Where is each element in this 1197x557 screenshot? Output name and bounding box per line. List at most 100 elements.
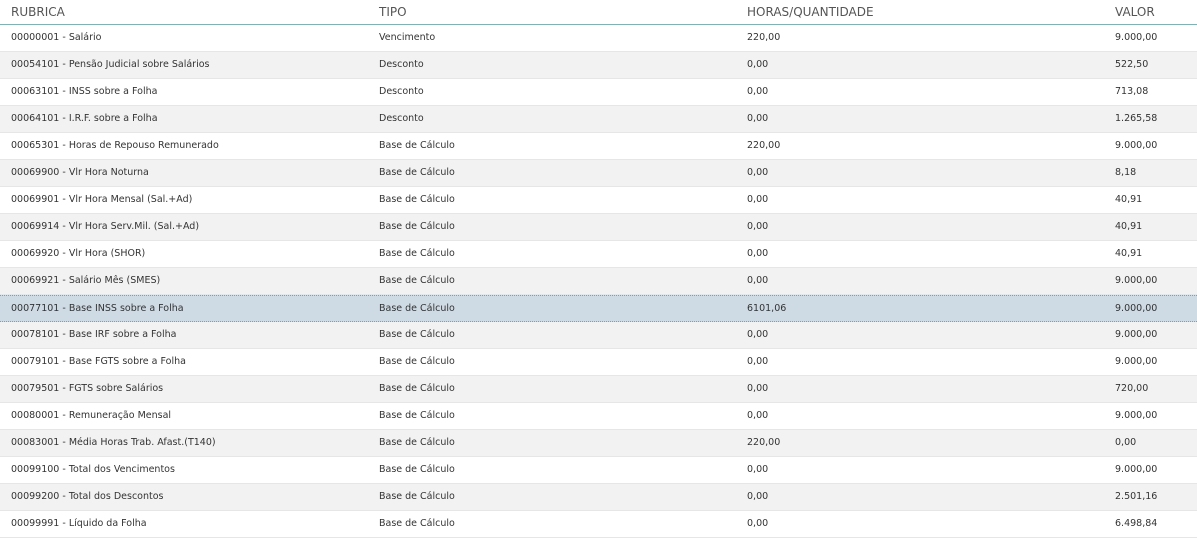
cell-horas-quantidade: 220,00 xyxy=(747,140,781,151)
cell-horas-quantidade: 0,00 xyxy=(747,410,769,421)
cell-valor: 8,18 xyxy=(1115,167,1137,178)
cell-tipo: Base de Cálculo xyxy=(379,303,455,314)
cell-valor: 2.501,16 xyxy=(1115,491,1158,502)
column-header-horas-quantidade[interactable]: HORAS/QUANTIDADE xyxy=(747,5,874,19)
cell-tipo: Desconto xyxy=(379,86,424,97)
cell-tipo: Base de Cálculo xyxy=(379,491,455,502)
cell-rubrica: 00079501 - FGTS sobre Salários xyxy=(11,383,164,394)
table-row[interactable]: 00079501 - FGTS sobre Salários Base de Cá… xyxy=(0,376,1197,403)
cell-horas-quantidade: 0,00 xyxy=(747,194,769,205)
cell-valor: 40,91 xyxy=(1115,221,1143,232)
cell-horas-quantidade: 0,00 xyxy=(747,491,769,502)
table-row[interactable]: 00078101 - Base IRF sobre a Folha Base de… xyxy=(0,322,1197,349)
cell-valor: 9.000,00 xyxy=(1115,356,1158,367)
table-row[interactable]: 00000001 - Salário Vencimento 220,00 9.000,… xyxy=(0,25,1197,52)
grid-header: RUBRICA TIPO HORAS/QUANTIDADE VALOR xyxy=(0,0,1197,25)
cell-horas-quantidade: 0,00 xyxy=(747,221,769,232)
column-header-tipo[interactable]: TIPO xyxy=(379,5,407,19)
cell-horas-quantidade: 0,00 xyxy=(747,356,769,367)
cell-rubrica: 00063101 - INSS sobre a Folha xyxy=(11,86,158,97)
cell-rubrica: 00069914 - Vlr Hora Serv.Mil. (Sal.+Ad) xyxy=(11,221,200,232)
table-row[interactable]: 00064101 - I.R.F. sobre a Folha Desconto 0… xyxy=(0,106,1197,133)
cell-valor: 0,00 xyxy=(1115,437,1137,448)
cell-rubrica: 00083001 - Média Horas Trab. Afast.(T140… xyxy=(11,437,216,448)
cell-rubrica: 00099991 - Líquido da Folha xyxy=(11,518,147,529)
payroll-grid: RUBRICA TIPO HORAS/QUANTIDADE VALOR 0000… xyxy=(0,0,1197,557)
cell-tipo: Base de Cálculo xyxy=(379,437,455,448)
cell-tipo: Base de Cálculo xyxy=(379,383,455,394)
cell-valor: 720,00 xyxy=(1115,383,1149,394)
cell-rubrica: 00069921 - Salário Mês (SMES) xyxy=(11,275,161,286)
cell-horas-quantidade: 220,00 xyxy=(747,32,781,43)
cell-valor: 9.000,00 xyxy=(1115,329,1158,340)
cell-horas-quantidade: 0,00 xyxy=(747,59,769,70)
cell-horas-quantidade: 0,00 xyxy=(747,275,769,286)
table-row[interactable]: 00083001 - Média Horas Trab. Afast.(T140… xyxy=(0,430,1197,457)
cell-valor: 1.265,58 xyxy=(1115,113,1158,124)
cell-valor: 9.000,00 xyxy=(1115,410,1158,421)
table-row[interactable]: 00069914 - Vlr Hora Serv.Mil. (Sal.+Ad) B… xyxy=(0,214,1197,241)
cell-tipo: Base de Cálculo xyxy=(379,329,455,340)
table-row[interactable]: 00099991 - Líquido da Folha Base de Cálcu… xyxy=(0,511,1197,538)
cell-rubrica: 00099100 - Total dos Vencimentos xyxy=(11,464,175,475)
table-row[interactable]: 00069921 - Salário Mês (SMES) Base de Cál… xyxy=(0,268,1197,295)
cell-horas-quantidade: 0,00 xyxy=(747,464,769,475)
cell-valor: 522,50 xyxy=(1115,59,1149,70)
cell-valor: 9.000,00 xyxy=(1115,275,1158,286)
cell-valor: 6.498,84 xyxy=(1115,518,1158,529)
cell-tipo: Base de Cálculo xyxy=(379,140,455,151)
cell-tipo: Base de Cálculo xyxy=(379,518,455,529)
table-row[interactable]: 00069900 - Vlr Hora Noturna Base de Cálcu… xyxy=(0,160,1197,187)
cell-valor: 9.000,00 xyxy=(1115,464,1158,475)
cell-valor: 40,91 xyxy=(1115,248,1143,259)
cell-horas-quantidade: 0,00 xyxy=(747,518,769,529)
table-row[interactable]: 00079101 - Base FGTS sobre a Folha Base d… xyxy=(0,349,1197,376)
cell-horas-quantidade: 0,00 xyxy=(747,383,769,394)
table-row[interactable]: 00069901 - Vlr Hora Mensal (Sal.+Ad) Base… xyxy=(0,187,1197,214)
cell-tipo: Base de Cálculo xyxy=(379,410,455,421)
cell-rubrica: 00069900 - Vlr Hora Noturna xyxy=(11,167,149,178)
table-row[interactable]: 00099100 - Total dos Vencimentos Base de … xyxy=(0,457,1197,484)
column-header-rubrica[interactable]: RUBRICA xyxy=(11,5,65,19)
cell-valor: 9.000,00 xyxy=(1115,32,1158,43)
cell-horas-quantidade: 6101,06 xyxy=(747,303,787,314)
table-row[interactable]: 00065301 - Horas de Repouso Remunerado Ba… xyxy=(0,133,1197,160)
cell-tipo: Desconto xyxy=(379,59,424,70)
cell-valor: 9.000,00 xyxy=(1115,303,1158,314)
cell-rubrica: 00079101 - Base FGTS sobre a Folha xyxy=(11,356,186,367)
cell-rubrica: 00078101 - Base IRF sobre a Folha xyxy=(11,329,177,340)
cell-horas-quantidade: 0,00 xyxy=(747,248,769,259)
cell-valor: 40,91 xyxy=(1115,194,1143,205)
cell-tipo: Base de Cálculo xyxy=(379,167,455,178)
table-row[interactable]: 00077101 - Base INSS sobre a Folha Base d… xyxy=(0,295,1197,322)
cell-rubrica: 00000001 - Salário xyxy=(11,32,102,43)
cell-tipo: Base de Cálculo xyxy=(379,248,455,259)
cell-tipo: Base de Cálculo xyxy=(379,221,455,232)
cell-horas-quantidade: 0,00 xyxy=(747,167,769,178)
cell-tipo: Base de Cálculo xyxy=(379,275,455,286)
cell-horas-quantidade: 0,00 xyxy=(747,113,769,124)
cell-horas-quantidade: 0,00 xyxy=(747,86,769,97)
grid-body: 00000001 - Salário Vencimento 220,00 9.000,… xyxy=(0,25,1197,538)
table-row[interactable]: 00080001 - Remuneração Mensal Base de Cál… xyxy=(0,403,1197,430)
column-header-valor[interactable]: VALOR xyxy=(1115,5,1155,19)
cell-tipo: Desconto xyxy=(379,113,424,124)
cell-rubrica: 00099200 - Total dos Descontos xyxy=(11,491,164,502)
table-row[interactable]: 00054101 - Pensão Judicial sobre Salário… xyxy=(0,52,1197,79)
cell-valor: 713,08 xyxy=(1115,86,1149,97)
cell-tipo: Vencimento xyxy=(379,32,436,43)
cell-horas-quantidade: 220,00 xyxy=(747,437,781,448)
table-row[interactable]: 00099200 - Total dos Descontos Base de Cá… xyxy=(0,484,1197,511)
cell-horas-quantidade: 0,00 xyxy=(747,329,769,340)
cell-tipo: Base de Cálculo xyxy=(379,464,455,475)
table-row[interactable]: 00063101 - INSS sobre a Folha Desconto 0,0… xyxy=(0,79,1197,106)
cell-rubrica: 00077101 - Base INSS sobre a Folha xyxy=(11,303,184,314)
cell-rubrica: 00069901 - Vlr Hora Mensal (Sal.+Ad) xyxy=(11,194,193,205)
cell-rubrica: 00065301 - Horas de Repouso Remunerado xyxy=(11,140,219,151)
cell-tipo: Base de Cálculo xyxy=(379,194,455,205)
cell-rubrica: 00054101 - Pensão Judicial sobre Salário… xyxy=(11,59,210,70)
cell-rubrica: 00080001 - Remuneração Mensal xyxy=(11,410,172,421)
cell-rubrica: 00069920 - Vlr Hora (SHOR) xyxy=(11,248,146,259)
cell-valor: 9.000,00 xyxy=(1115,140,1158,151)
table-row[interactable]: 00069920 - Vlr Hora (SHOR) Base de Cálcul… xyxy=(0,241,1197,268)
